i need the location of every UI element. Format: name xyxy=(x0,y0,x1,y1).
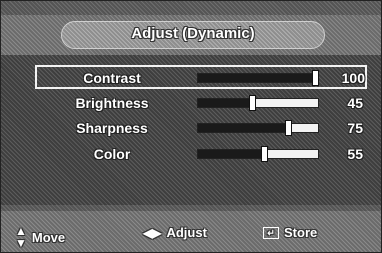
setting-label: Brightness xyxy=(75,95,149,111)
setting-row-color[interactable]: Color 55 xyxy=(37,143,363,165)
setting-row-sharpness[interactable]: Sharpness 75 xyxy=(37,117,363,139)
enter-icon: ↵ xyxy=(263,226,279,239)
slider-fill xyxy=(198,124,285,132)
brightness-slider[interactable] xyxy=(197,95,319,111)
setting-row-brightness[interactable]: Brightness 45 xyxy=(37,92,363,114)
store-hint: ↵ Store xyxy=(263,225,317,240)
settings-panel: Contrast 100 Brightness 45 Sharpness 75 xyxy=(1,55,381,205)
move-label: Move xyxy=(31,229,66,245)
color-slider[interactable] xyxy=(197,146,319,162)
setting-value: 100 xyxy=(341,70,365,86)
up-down-arrows-icon: ▲ ▼ xyxy=(15,224,27,250)
setting-label: Color xyxy=(93,146,131,162)
contrast-slider[interactable] xyxy=(197,70,319,86)
slider-thumb[interactable] xyxy=(285,120,292,136)
setting-label: Sharpness xyxy=(76,120,148,136)
slider-fill xyxy=(198,74,315,82)
setting-row-contrast[interactable]: Contrast 100 xyxy=(35,65,367,89)
osd-screen: Adjust (Dynamic) Contrast 100 Brightness… xyxy=(0,0,382,253)
move-hint: ▲ ▼ Move xyxy=(15,225,65,249)
slider-fill xyxy=(198,99,249,107)
store-label: Store xyxy=(284,225,318,240)
adjust-hint: ◀▶ Adjust xyxy=(143,225,207,240)
setting-value: 75 xyxy=(347,120,363,136)
menu-title: Adjust (Dynamic) xyxy=(131,25,255,42)
title-pill: Adjust (Dynamic) xyxy=(61,21,325,49)
slider-fill xyxy=(198,150,261,158)
setting-label: Contrast xyxy=(83,70,141,86)
slider-thumb[interactable] xyxy=(261,146,268,162)
slider-thumb[interactable] xyxy=(249,95,256,111)
sharpness-slider[interactable] xyxy=(197,120,319,136)
footer-hints: ▲ ▼ Move ◀▶ Adjust ↵ Store xyxy=(1,211,381,252)
setting-value: 45 xyxy=(347,95,363,111)
slider-thumb[interactable] xyxy=(312,70,319,86)
setting-value: 55 xyxy=(347,146,363,162)
left-right-arrows-icon: ◀▶ xyxy=(143,225,162,240)
adjust-label: Adjust xyxy=(166,225,207,240)
